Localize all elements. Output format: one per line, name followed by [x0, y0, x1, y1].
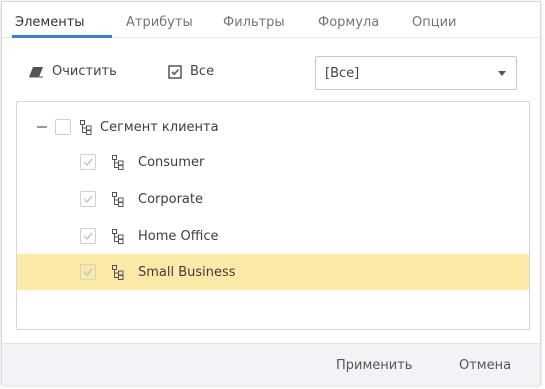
eraser-icon — [29, 66, 43, 77]
active-tab-indicator — [12, 35, 112, 38]
dropdown-value: [Все] — [325, 66, 360, 81]
members-tree: Сегмент клиента Consumer Corporate Home … — [16, 101, 530, 330]
tree-item-label: Corporate — [138, 192, 203, 207]
consumer-checkbox[interactable] — [80, 154, 96, 170]
caret-down-icon — [498, 71, 506, 76]
tree-item-label: Home Office — [138, 229, 219, 244]
checkmark-icon — [83, 158, 93, 166]
hierarchy-icon — [112, 265, 124, 280]
tree-root-label: Сегмент клиента — [100, 120, 219, 135]
hierarchy-icon — [80, 120, 92, 135]
hierarchy-icon — [112, 155, 124, 170]
tree-item-label: Consumer — [138, 155, 205, 170]
tree-item-small-business[interactable]: Small Business — [17, 254, 529, 290]
tab-options[interactable]: Опции — [412, 15, 456, 30]
dialog-footer: Применить Отмена — [2, 343, 540, 385]
checkmark-icon — [83, 232, 93, 240]
minus-icon[interactable] — [37, 126, 47, 128]
cancel-button[interactable]: Отмена — [459, 358, 511, 373]
clear-button-label: Очистить — [52, 64, 117, 79]
clear-button[interactable]: Очистить — [28, 64, 117, 79]
checkmark-icon — [83, 268, 93, 276]
tab-filters[interactable]: Фильтры — [223, 15, 285, 30]
checkbox-checked-icon — [168, 64, 182, 79]
hierarchy-icon — [112, 229, 124, 244]
hierarchy-icon — [112, 192, 124, 207]
home-office-checkbox[interactable] — [80, 228, 96, 244]
tree-root-row[interactable]: Сегмент клиента — [17, 109, 529, 145]
filter-dialog: Элементы Атрибуты Фильтры Формула Опции … — [1, 1, 541, 385]
corporate-checkbox[interactable] — [80, 191, 96, 207]
tab-bar: Элементы Атрибуты Фильтры Формула Опции — [2, 2, 540, 38]
tree-item-home-office[interactable]: Home Office — [17, 218, 529, 254]
select-all-button[interactable]: Все — [168, 64, 214, 79]
root-checkbox[interactable] — [55, 119, 71, 135]
tab-formula[interactable]: Формула — [318, 15, 379, 30]
checkmark-icon — [83, 195, 93, 203]
tree-item-label: Small Business — [138, 265, 236, 280]
tree-item-corporate[interactable]: Corporate — [17, 181, 529, 217]
apply-button[interactable]: Применить — [336, 358, 412, 373]
tab-elements[interactable]: Элементы — [15, 15, 85, 30]
small-business-checkbox[interactable] — [80, 264, 96, 280]
value-filter-dropdown[interactable]: [Все] — [315, 56, 517, 90]
select-all-button-label: Все — [190, 64, 215, 79]
tab-attributes[interactable]: Атрибуты — [126, 15, 193, 30]
tree-item-consumer[interactable]: Consumer — [17, 144, 529, 180]
